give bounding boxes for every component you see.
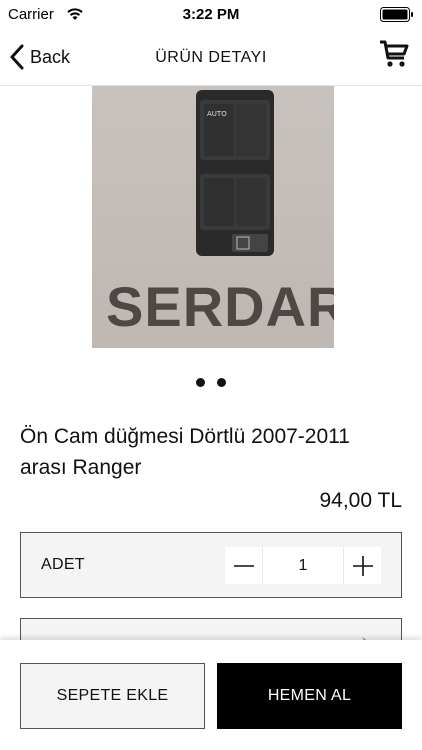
add-to-cart-button[interactable]: SEPETE EKLE: [20, 663, 205, 729]
image-watermark: SERDAR: [106, 275, 334, 338]
plus-icon: [352, 555, 373, 576]
page-title: ÜRÜN DETAYI: [155, 49, 267, 66]
minus-icon: [233, 564, 254, 567]
product-price: 94,00 TL: [319, 489, 402, 512]
status-time: 3:22 PM: [182, 6, 240, 23]
battery-icon: [380, 7, 413, 22]
product-photo: AUTO SERDAR: [92, 86, 334, 348]
image-pager: [0, 378, 422, 387]
bottom-action-bar: SEPETE EKLE HEMEN AL: [0, 640, 422, 750]
product-image[interactable]: AUTO SERDAR: [92, 86, 334, 348]
auto-label: AUTO: [207, 110, 227, 118]
quantity-label: ADET: [41, 556, 85, 573]
quantity-stepper: 1: [225, 547, 381, 584]
pager-dot-1[interactable]: [196, 378, 205, 387]
buy-now-button[interactable]: HEMEN AL: [217, 663, 402, 729]
quantity-value[interactable]: 1: [262, 547, 344, 584]
status-bar: Carrier 3:22 PM: [0, 0, 422, 30]
navigation-bar: Back ÜRÜN DETAYI: [0, 30, 422, 86]
increase-quantity-button[interactable]: [344, 547, 381, 584]
product-title: Ön Cam düğmesi Dörtlü 2007-2011 arası Ra…: [20, 425, 350, 479]
quantity-row: ADET 1: [20, 532, 402, 598]
pager-dot-2[interactable]: [217, 378, 226, 387]
cart-icon[interactable]: [378, 38, 410, 70]
decrease-quantity-button[interactable]: [225, 547, 262, 584]
